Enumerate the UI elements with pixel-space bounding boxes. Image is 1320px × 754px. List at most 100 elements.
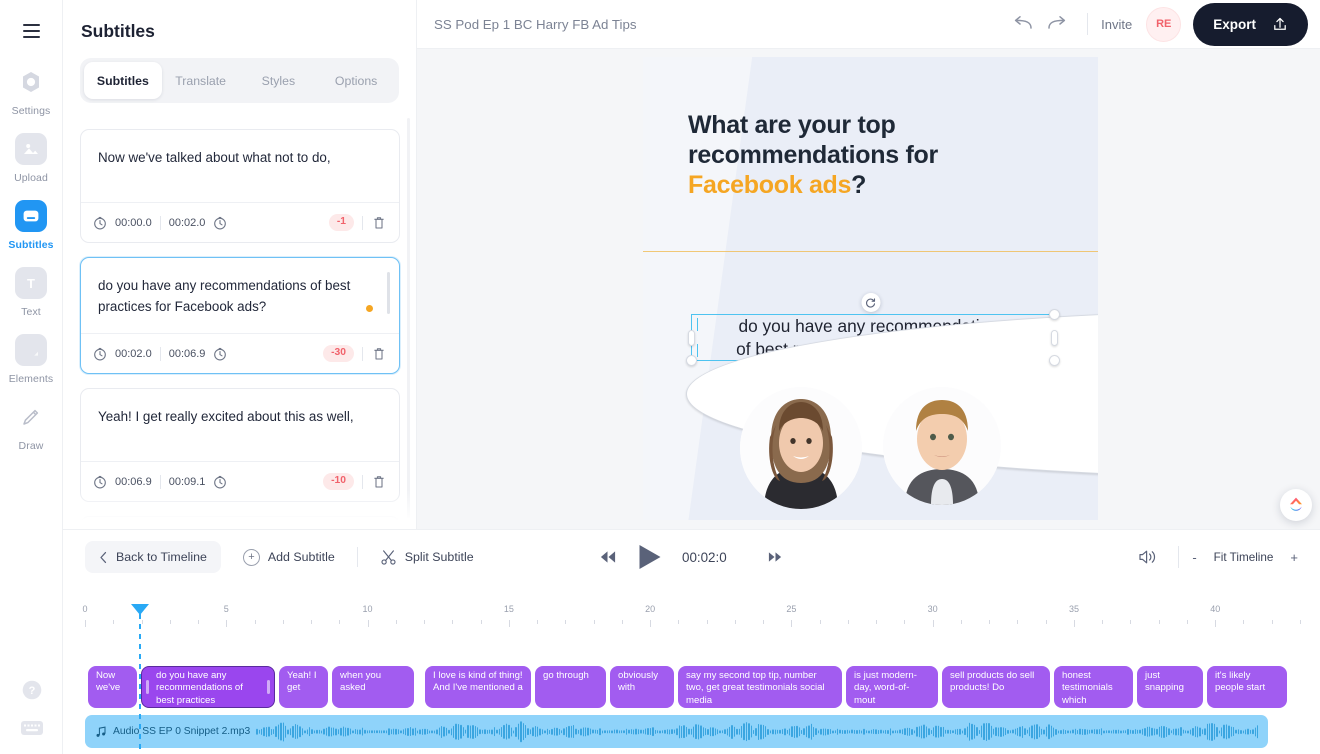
waveform-bar bbox=[1132, 729, 1134, 734]
playhead[interactable] bbox=[131, 604, 149, 754]
sidebar-item-text[interactable]: T Text bbox=[0, 267, 63, 318]
clip-trim-handle[interactable] bbox=[146, 680, 149, 694]
waveform-bar bbox=[453, 725, 455, 738]
timeline-clip[interactable]: honest testimonials which bbox=[1054, 666, 1133, 708]
waveform-bar bbox=[424, 728, 426, 735]
ruler-tick bbox=[537, 620, 539, 624]
add-subtitle-button[interactable]: + Add Subtitle bbox=[242, 548, 335, 566]
timeline-clip[interactable]: say my second top tip, number two, get g… bbox=[678, 666, 842, 708]
subtitle-start-time[interactable]: 00:06.9 bbox=[115, 476, 152, 488]
timeline-clip[interactable]: sell products do sell products! Do bbox=[942, 666, 1050, 708]
redo-arrow-icon[interactable] bbox=[1040, 7, 1074, 41]
export-button[interactable]: Export bbox=[1193, 2, 1308, 46]
timeline-clip[interactable]: go through bbox=[535, 666, 606, 708]
back-to-timeline-button[interactable]: Back to Timeline bbox=[85, 541, 221, 573]
tab-translate[interactable]: Translate bbox=[162, 62, 240, 99]
resize-handle-bottom-right[interactable] bbox=[1049, 355, 1060, 366]
ruler-tick bbox=[791, 620, 793, 627]
subtitle-card-list[interactable]: Now we've talked about what not to do, 0… bbox=[63, 115, 416, 529]
audio-track[interactable]: Audio SS EP 0 Snippet 2.mp3 bbox=[85, 715, 1268, 748]
resize-handle-bottom-left[interactable] bbox=[686, 355, 697, 366]
subtitle-card[interactable] bbox=[80, 516, 400, 529]
ruler-tick bbox=[367, 620, 369, 627]
subtitle-text[interactable]: Yeah! I get really excited about this as… bbox=[81, 389, 399, 461]
tab-options[interactable]: Options bbox=[317, 62, 395, 99]
waveform-bar bbox=[928, 728, 930, 735]
zoom-out-button[interactable]: - bbox=[1192, 550, 1196, 565]
rotate-handle-icon[interactable] bbox=[861, 293, 880, 312]
playhead-line bbox=[139, 614, 141, 754]
brand-logo-icon[interactable] bbox=[1280, 489, 1312, 521]
invite-button[interactable]: Invite bbox=[1101, 17, 1132, 32]
waveform-bar bbox=[1014, 728, 1016, 735]
timeline-clip[interactable]: do you have any recommendations of best … bbox=[141, 666, 275, 708]
timeline-clip[interactable]: it's likely people start bbox=[1207, 666, 1287, 708]
split-subtitle-button[interactable]: Split Subtitle bbox=[380, 549, 474, 566]
fit-timeline-button[interactable]: Fit Timeline bbox=[1214, 551, 1274, 564]
sidebar-item-label: Draw bbox=[18, 440, 44, 452]
waveform-bar bbox=[529, 729, 532, 734]
hamburger-icon[interactable] bbox=[18, 18, 44, 44]
waveform-bar bbox=[1091, 729, 1093, 734]
fast-forward-icon[interactable] bbox=[766, 550, 785, 564]
subtitle-start-time[interactable]: 00:02.0 bbox=[115, 348, 152, 360]
sidebar-item-upload[interactable]: Upload bbox=[0, 133, 63, 184]
timeline-clip[interactable]: is just modern-day, word-of-mout bbox=[846, 666, 938, 708]
ruler-tick bbox=[621, 620, 623, 624]
tab-styles[interactable]: Styles bbox=[240, 62, 318, 99]
subtitle-card[interactable]: Now we've talked about what not to do, 0… bbox=[80, 129, 400, 243]
subtitle-end-time[interactable]: 00:09.1 bbox=[169, 476, 206, 488]
subtitle-card[interactable]: Yeah! I get really excited about this as… bbox=[80, 388, 400, 502]
subtitle-start-time[interactable]: 00:00.0 bbox=[115, 217, 152, 229]
speaker-icon[interactable] bbox=[1131, 540, 1165, 574]
timeline-clip[interactable]: just snapping bbox=[1137, 666, 1203, 708]
waveform-bar bbox=[947, 729, 949, 734]
project-title[interactable]: SS Pod Ep 1 BC Harry FB Ad Tips bbox=[434, 17, 637, 32]
waveform-bar bbox=[573, 725, 575, 738]
timeline-clip[interactable]: when you asked bbox=[332, 666, 414, 708]
delete-icon[interactable] bbox=[371, 474, 387, 490]
play-icon[interactable] bbox=[639, 545, 660, 569]
resize-handle-middle-right[interactable] bbox=[1051, 329, 1058, 346]
clip-trim-handle[interactable] bbox=[267, 680, 270, 694]
sidebar-item-subtitles[interactable]: Subtitles bbox=[0, 200, 63, 251]
resize-handle-middle-left[interactable] bbox=[688, 329, 695, 346]
subtitle-text[interactable]: do you have any recommendations of best … bbox=[81, 258, 399, 333]
delete-icon[interactable] bbox=[371, 215, 387, 231]
subtitle-card[interactable]: do you have any recommendations of best … bbox=[80, 257, 400, 374]
rewind-icon[interactable] bbox=[598, 550, 617, 564]
ruler-tick bbox=[1215, 620, 1217, 627]
panel-scrollbar[interactable] bbox=[407, 118, 410, 518]
card-scrollbar[interactable] bbox=[387, 272, 390, 314]
subtitle-end-time[interactable]: 00:02.0 bbox=[169, 217, 206, 229]
resize-handle-top-right[interactable] bbox=[1049, 309, 1060, 320]
waveform-bar bbox=[628, 729, 630, 734]
clock-start-icon bbox=[94, 347, 106, 360]
video-canvas[interactable]: What are your top recommendations for Fa… bbox=[643, 57, 1098, 520]
waveform-bar bbox=[659, 730, 661, 733]
timeline-clip[interactable]: Now we've bbox=[88, 666, 137, 708]
sidebar-item-draw[interactable]: Draw bbox=[0, 401, 63, 452]
keyboard-icon[interactable] bbox=[20, 716, 44, 740]
avatar[interactable]: RE bbox=[1146, 6, 1182, 42]
sidebar-item-settings[interactable]: Settings bbox=[0, 66, 63, 117]
tab-subtitles[interactable]: Subtitles bbox=[84, 62, 162, 99]
waveform-bar bbox=[837, 728, 839, 735]
delete-icon[interactable] bbox=[371, 346, 387, 362]
waveform-bar bbox=[474, 725, 476, 738]
waveform-bar bbox=[760, 724, 762, 739]
timeline-clip[interactable]: obviously with bbox=[610, 666, 674, 708]
waveform-bar bbox=[441, 725, 443, 738]
timeline-clip[interactable]: I love is kind of thing! And I've mentio… bbox=[425, 666, 531, 708]
timeline-clip[interactable]: Yeah! I get bbox=[279, 666, 328, 708]
subtitle-end-time[interactable]: 00:06.9 bbox=[169, 348, 206, 360]
zoom-in-button[interactable]: + bbox=[1290, 550, 1298, 565]
timeline-ruler[interactable]: 0 5 10 15 20 25 30 35 40 bbox=[82, 604, 1301, 628]
subtitle-clip-track[interactable]: Now we've do you have any recommendations… bbox=[63, 666, 1320, 710]
waveform-bar bbox=[465, 729, 467, 734]
caption-selection-box[interactable]: do you have any recommendations of best … bbox=[686, 309, 1098, 479]
subtitle-text[interactable]: Now we've talked about what not to do, bbox=[81, 130, 399, 202]
undo-arrow-icon[interactable] bbox=[1006, 7, 1040, 41]
help-icon[interactable]: ? bbox=[20, 678, 44, 702]
sidebar-item-elements[interactable]: Elements bbox=[0, 334, 63, 385]
